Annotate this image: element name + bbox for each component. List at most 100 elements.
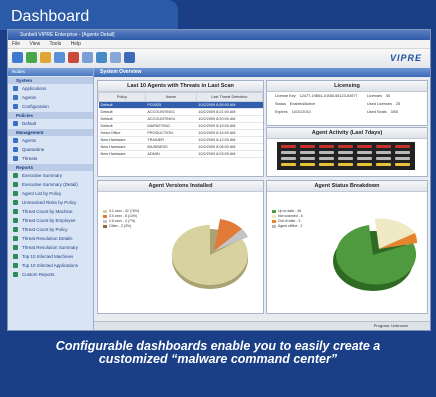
license-label: License Key: [275, 94, 296, 98]
folder-icon[interactable]: [40, 52, 51, 63]
sidebar-item[interactable]: Applications: [8, 84, 93, 93]
settings-icon[interactable]: [110, 52, 121, 63]
activity-cell: [319, 163, 334, 166]
table-cell: 10/2/2009 8:12:00 AM: [196, 136, 263, 144]
table-cell: ACCOUNTING4: [145, 115, 197, 123]
status-bar: Program: Unknown: [94, 321, 430, 330]
report-icon: [13, 173, 18, 178]
table-row[interactable]: Default PC0025 10/2/2009 8:55:00 AM: [98, 101, 263, 109]
table-row[interactable]: Default ACCOUNTING4 10/2/2009 8:20:00 AM: [98, 115, 263, 123]
report-icon: [13, 182, 18, 187]
agents-panel-title: Last 10 Agents with Threats in Last Scan: [98, 81, 263, 92]
table-cell: TRAINER: [145, 136, 197, 144]
table-row[interactable]: Head Office PRODUCTION 10/2/2009 8:14:00 A…: [98, 129, 263, 137]
menu-view[interactable]: View: [29, 41, 40, 47]
activity-cell: [376, 157, 391, 160]
table-row[interactable]: New Hardware IBUSINESS 10/2/2009 8:06:00 A…: [98, 143, 263, 151]
table-cell: New Hardware: [98, 150, 146, 158]
main-header: System Overview: [94, 68, 430, 77]
table-row[interactable]: Default ACCOUNTING1 10/2/2009 8:21:00 AM: [98, 108, 263, 116]
sidebar-item-report[interactable]: Threat Resolution Summary: [8, 243, 93, 252]
activity-cell: [300, 163, 315, 166]
license-row: Status Enabled/Active: [275, 101, 315, 108]
app-window: Sunbelt VIPRE Enterprise - [Agents Detai…: [7, 29, 431, 331]
table-cell: MARKETING: [145, 122, 197, 130]
menu-tools[interactable]: Tools: [50, 41, 62, 47]
table-cell: 10/2/2009 8:55:00 AM: [196, 101, 263, 109]
sidebar-item-report[interactable]: Threat Count by Employee: [8, 216, 93, 225]
status-text: Program: Unknown: [373, 323, 408, 328]
table-cell: 10/2/2009 8:21:00 AM: [196, 108, 263, 116]
sidebar-item[interactable]: Threats: [8, 154, 93, 163]
sidebar-section-policies[interactable]: Policies: [8, 112, 93, 119]
legend-swatch: [103, 215, 107, 218]
sidebar-item-report[interactable]: Agent List by Policy: [8, 189, 93, 198]
agents-icon: [13, 95, 18, 100]
sidebar-item[interactable]: Quarantine: [8, 145, 93, 154]
sidebar-item-report[interactable]: Top 10 Infected Applications: [8, 261, 93, 270]
sidebar-item[interactable]: Configuration: [8, 102, 93, 111]
sidebar-item[interactable]: Agents: [8, 93, 93, 102]
refresh-icon[interactable]: [26, 52, 37, 63]
table-cell: Default: [98, 108, 146, 116]
vipre-logo: VIPRE: [389, 53, 422, 63]
shield-icon[interactable]: [68, 52, 79, 63]
table-row[interactable]: New Hardware ADMIN 10/2/2009 8:03:00 AM: [98, 150, 263, 158]
activity-cell: [281, 145, 296, 148]
table-row[interactable]: Default MARKETING 10/2/2009 8:19:00 AM: [98, 122, 263, 130]
sidebar-item-report[interactable]: Custom Reports: [8, 270, 93, 279]
table-cell: 10/2/2009 8:20:00 AM: [196, 115, 263, 123]
quarantine-icon: [13, 147, 18, 152]
report-icon: [13, 200, 18, 205]
applications-icon: [13, 86, 18, 91]
versions-panel-title: Agent Versions Installed: [98, 181, 263, 192]
activity-cell: [357, 157, 372, 160]
activity-cell: [338, 163, 353, 166]
table-row[interactable]: New Hardware TRAINER 10/2/2009 8:12:00 AM: [98, 136, 263, 144]
agents-panel: Last 10 Agents with Threats in Last Scan…: [97, 80, 264, 177]
column-header[interactable]: Policy: [98, 92, 146, 102]
sidebar-item-report[interactable]: Threat Resolution Details: [8, 234, 93, 243]
column-header[interactable]: Name: [144, 92, 197, 102]
column-header[interactable]: Last Threat Detection: [195, 92, 264, 102]
sidebar-section-management[interactable]: Management: [8, 129, 93, 136]
license-value: 25: [395, 102, 401, 106]
activity-cell: [376, 151, 391, 154]
legend-swatch: [272, 210, 276, 213]
report-icon[interactable]: [96, 52, 107, 63]
report-icon: [13, 272, 18, 277]
back-icon[interactable]: [12, 52, 23, 63]
activity-cell: [376, 163, 391, 166]
sidebar-item-report[interactable]: Top 10 Infected Machines: [8, 252, 93, 261]
license-row: Licenses 50: [367, 93, 390, 100]
sidebar-item[interactable]: Agents: [8, 136, 93, 145]
configuration-icon: [13, 104, 18, 109]
legend-swatch: [272, 225, 276, 228]
sidebar-item-report[interactable]: Threat Count by Machine: [8, 207, 93, 216]
activity-cell: [300, 145, 315, 148]
license-value: Enabled/Active: [289, 102, 316, 106]
sidebar-item[interactable]: Default: [8, 119, 93, 128]
activity-cell: [281, 151, 296, 154]
sidebar-item-report[interactable]: Threat Count by Policy: [8, 225, 93, 234]
report-icon: [13, 245, 18, 250]
scan-icon[interactable]: [82, 52, 93, 63]
sidebar-section-reports[interactable]: Reports: [8, 164, 93, 171]
menu-help[interactable]: Help: [71, 41, 81, 47]
report-list: Executive Summary Executive Summary (Deta…: [8, 171, 93, 279]
sidebar-item-report[interactable]: Executive Summary: [8, 171, 93, 180]
sidebar-item-report[interactable]: Unresolved Risks by Policy: [8, 198, 93, 207]
sidebar-item-report[interactable]: Executive Summary (Detail): [8, 180, 93, 189]
menu-bar: File View Tools Help: [8, 40, 430, 49]
help-icon[interactable]: [124, 52, 135, 63]
versions-pie-chart: [171, 219, 248, 289]
agents-table: Policy Name Last Threat Detection Defaul…: [98, 92, 264, 158]
computer-icon[interactable]: [54, 52, 65, 63]
menu-file[interactable]: File: [12, 41, 20, 47]
activity-cell: [395, 151, 410, 154]
activity-grid: [277, 142, 415, 170]
licensing-panel-title: Licensing: [267, 81, 427, 92]
sidebar-section-system[interactable]: System: [8, 77, 93, 84]
legend-swatch: [272, 220, 276, 223]
report-icon: [13, 209, 18, 214]
